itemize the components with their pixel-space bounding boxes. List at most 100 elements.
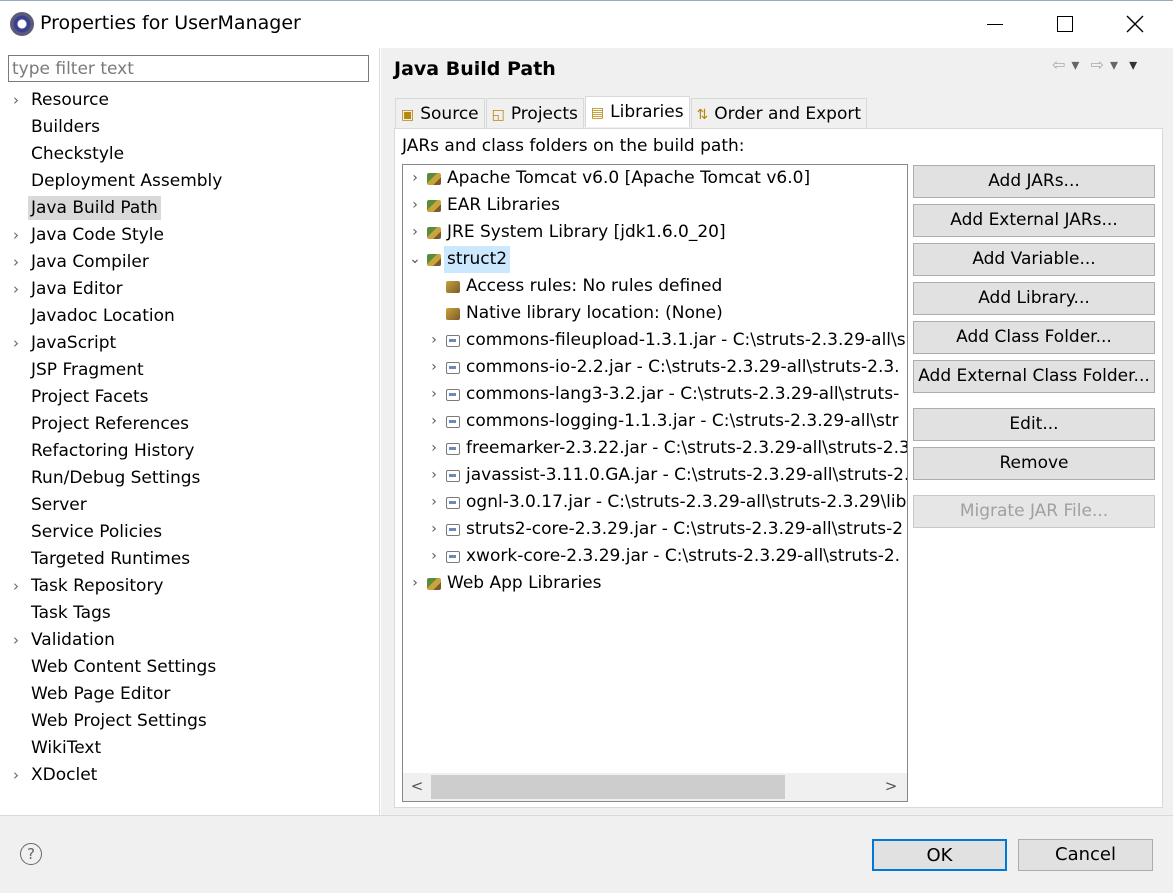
nav-item[interactable]: Web Page Editor: [0, 681, 380, 708]
close-button[interactable]: [1100, 0, 1170, 48]
remove-button[interactable]: Remove: [913, 447, 1155, 480]
nav-item[interactable]: Task Tags: [0, 600, 380, 627]
chevron-right-icon[interactable]: ›: [428, 354, 440, 381]
cancel-button[interactable]: Cancel: [1018, 839, 1153, 871]
scrollbar-thumb[interactable]: [431, 775, 785, 799]
nav-item[interactable]: › Validation: [0, 627, 380, 654]
tree-row[interactable]: › Web App Libraries: [403, 570, 907, 597]
forward-menu-chevron-icon[interactable]: ▾: [1110, 55, 1118, 74]
chevron-right-icon[interactable]: ›: [13, 249, 19, 276]
nav-item[interactable]: › Java Code Style: [0, 222, 380, 249]
chevron-right-icon[interactable]: ›: [428, 408, 440, 435]
chevron-right-icon[interactable]: ›: [409, 165, 421, 192]
tree-row[interactable]: › commons-io-2.2.jar - C:\struts-2.3.29-a…: [403, 354, 907, 381]
scroll-left-icon[interactable]: <: [407, 777, 427, 795]
nav-item[interactable]: Targeted Runtimes: [0, 546, 380, 573]
nav-item[interactable]: Project Facets: [0, 384, 380, 411]
nav-item[interactable]: › JavaScript: [0, 330, 380, 357]
nav-item[interactable]: Web Content Settings: [0, 654, 380, 681]
tree-row[interactable]: › freemarker-2.3.22.jar - C:\struts-2.3.2…: [403, 435, 907, 462]
chevron-right-icon[interactable]: ›: [428, 327, 440, 354]
access-rules-icon: [446, 281, 460, 293]
nav-item[interactable]: › Task Repository: [0, 573, 380, 600]
nav-item[interactable]: Web Project Settings: [0, 708, 380, 735]
chevron-right-icon[interactable]: ›: [13, 762, 19, 789]
tree-row[interactable]: › commons-logging-1.1.3.jar - C:\struts-2…: [403, 408, 907, 435]
tab-source[interactable]: ▣ Source: [395, 98, 485, 128]
tree-row[interactable]: › Apache Tomcat v6.0 [Apache Tomcat v6.0]: [403, 165, 907, 192]
back-menu-chevron-icon[interactable]: ▾: [1071, 55, 1079, 74]
library-icon: [427, 254, 441, 266]
nav-item[interactable]: › XDoclet: [0, 762, 380, 789]
add-class-folder-button[interactable]: Add Class Folder...: [913, 321, 1155, 354]
nav-item[interactable]: Builders: [0, 114, 380, 141]
maximize-button[interactable]: [1030, 0, 1100, 48]
nav-item[interactable]: Deployment Assembly: [0, 168, 380, 195]
chevron-right-icon[interactable]: ›: [428, 462, 440, 489]
scroll-right-icon[interactable]: >: [881, 777, 901, 795]
chevron-right-icon[interactable]: ›: [428, 381, 440, 408]
nav-item[interactable]: › Java Editor: [0, 276, 380, 303]
tab-order-and-export[interactable]: ⇅ Order and Export: [690, 98, 868, 128]
add-variable-button[interactable]: Add Variable...: [913, 243, 1155, 276]
nav-item[interactable]: › Java Compiler: [0, 249, 380, 276]
add-external-jars-button[interactable]: Add External JARs...: [913, 204, 1155, 237]
chevron-right-icon[interactable]: ›: [13, 627, 19, 654]
view-menu-chevron-icon[interactable]: ▾: [1129, 55, 1137, 74]
help-icon[interactable]: ?: [20, 843, 42, 865]
nav-item[interactable]: Refactoring History: [0, 438, 380, 465]
filter-input[interactable]: [8, 55, 369, 82]
chevron-right-icon[interactable]: ›: [409, 192, 421, 219]
edit-button[interactable]: Edit...: [913, 408, 1155, 441]
chevron-right-icon[interactable]: ›: [409, 219, 421, 246]
tree-row[interactable]: › JRE System Library [jdk1.6.0_20]: [403, 219, 907, 246]
chevron-right-icon[interactable]: ›: [428, 489, 440, 516]
add-jars-button[interactable]: Add JARs...: [913, 165, 1155, 198]
chevron-right-icon[interactable]: ›: [13, 276, 19, 303]
tree-row[interactable]: › struts2-core-2.3.29.jar - C:\struts-2.3…: [403, 516, 907, 543]
nav-item[interactable]: Run/Debug Settings: [0, 465, 380, 492]
forward-arrow-icon[interactable]: ⇨: [1091, 55, 1104, 74]
tab-label: Order and Export: [714, 104, 862, 124]
tree-row[interactable]: Native library location: (None): [403, 300, 907, 327]
tab-projects[interactable]: ◱ Projects: [485, 98, 584, 128]
add-library-button[interactable]: Add Library...: [913, 282, 1155, 315]
tree-row[interactable]: › xwork-core-2.3.29.jar - C:\struts-2.3.2…: [403, 543, 907, 570]
chevron-right-icon[interactable]: ›: [428, 435, 440, 462]
ok-button[interactable]: OK: [872, 839, 1007, 871]
chevron-right-icon[interactable]: ›: [409, 570, 421, 597]
chevron-right-icon[interactable]: ›: [13, 330, 19, 357]
chevron-right-icon[interactable]: ›: [428, 543, 440, 570]
nav-item[interactable]: › Resource: [0, 87, 380, 114]
tree-row[interactable]: › ognl-3.0.17.jar - C:\struts-2.3.29-all\…: [403, 489, 907, 516]
chevron-right-icon[interactable]: ›: [13, 573, 19, 600]
tree-row[interactable]: › commons-fileupload-1.3.1.jar - C:\strut…: [403, 327, 907, 354]
minimize-button[interactable]: [960, 0, 1030, 48]
nav-item[interactable]: Service Policies: [0, 519, 380, 546]
nav-item[interactable]: Javadoc Location: [0, 303, 380, 330]
tab-libraries[interactable]: ▤ Libraries: [584, 96, 690, 127]
nav-item-label: Java Build Path: [28, 196, 161, 220]
tree-row[interactable]: › commons-lang3-3.2.jar - C:\struts-2.3.2…: [403, 381, 907, 408]
build-path-tree[interactable]: › Apache Tomcat v6.0 [Apache Tomcat v6.0]…: [402, 164, 908, 802]
chevron-right-icon[interactable]: ›: [428, 516, 440, 543]
nav-item[interactable]: Java Build Path: [0, 195, 380, 222]
nav-item[interactable]: WikiText: [0, 735, 380, 762]
tree-row[interactable]: › javassist-3.11.0.GA.jar - C:\struts-2.3…: [403, 462, 907, 489]
migrate-jar-button[interactable]: Migrate JAR File...: [913, 495, 1155, 528]
back-arrow-icon[interactable]: ⇦: [1052, 55, 1065, 74]
nav-item[interactable]: Project References: [0, 411, 380, 438]
chevron-right-icon[interactable]: ›: [13, 222, 19, 249]
chevron-right-icon[interactable]: ›: [13, 87, 19, 114]
nav-item[interactable]: JSP Fragment: [0, 357, 380, 384]
add-external-class-folder-button[interactable]: Add External Class Folder...: [913, 360, 1155, 393]
tree-row[interactable]: › EAR Libraries: [403, 192, 907, 219]
nav-item-label: Validation: [31, 630, 115, 650]
tree-row[interactable]: Access rules: No rules defined: [403, 273, 907, 300]
nav-item-label: Task Repository: [31, 576, 164, 596]
nav-item[interactable]: Checkstyle: [0, 141, 380, 168]
nav-item[interactable]: Server: [0, 492, 380, 519]
tree-row[interactable]: ⌄ struct2: [403, 246, 907, 273]
chevron-down-icon[interactable]: ⌄: [409, 246, 421, 273]
horizontal-scrollbar[interactable]: < >: [403, 773, 907, 801]
